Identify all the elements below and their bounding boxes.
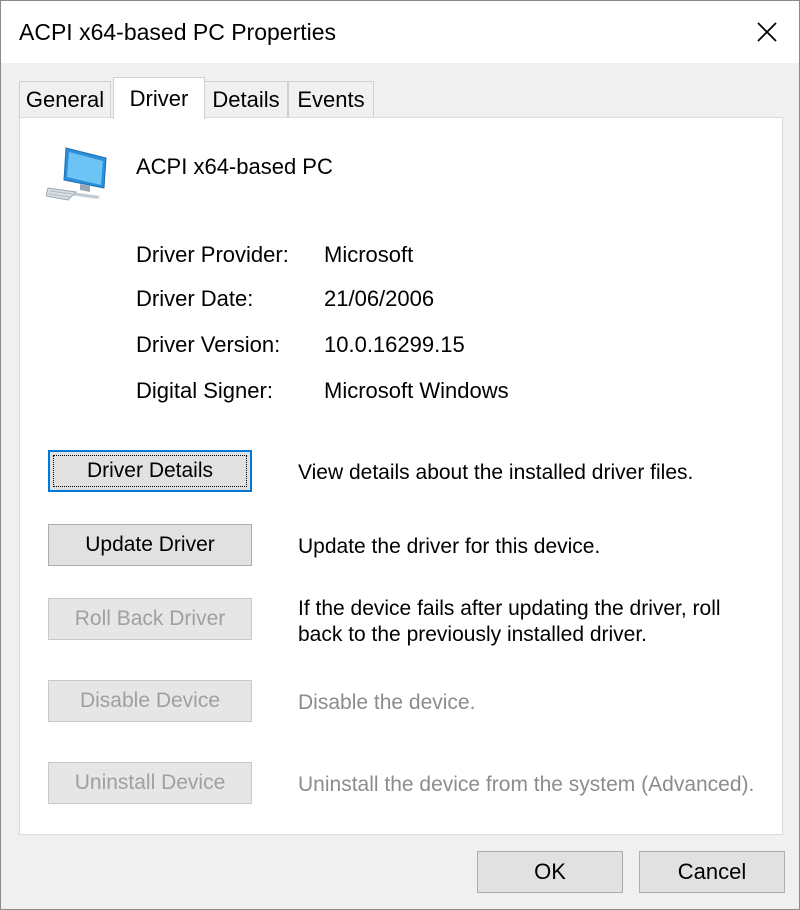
update-driver-button[interactable]: Update Driver (48, 524, 252, 566)
update-driver-button-label: Update Driver (85, 533, 215, 556)
update-driver-description: Update the driver for this device. (298, 535, 601, 558)
ok-button-label: OK (534, 859, 566, 884)
title-bar: ACPI x64-based PC Properties (1, 1, 799, 63)
cancel-button-label: Cancel (677, 859, 747, 884)
roll-back-driver-button-label: Roll Back Driver (74, 607, 226, 630)
digital-signer-value: Microsoft Windows (324, 378, 509, 403)
driver-provider-value: Microsoft (324, 242, 414, 267)
driver-version-label: Driver Version: (136, 332, 281, 357)
device-name: ACPI x64-based PC (136, 154, 333, 179)
driver-date-value: 21/06/2006 (324, 286, 435, 311)
uninstall-device-button[interactable]: Uninstall Device (48, 762, 252, 804)
computer-monitor-icon (46, 147, 107, 201)
tab-details[interactable]: Details (204, 81, 288, 117)
driver-details-button[interactable]: Driver Details (48, 450, 252, 492)
cancel-button[interactable]: Cancel (639, 851, 785, 893)
properties-dialog: ACPI x64-based PC Properties General Dri… (0, 0, 800, 910)
driver-details-description: View details about the installed driver … (298, 461, 694, 484)
digital-signer-label: Digital Signer: (136, 378, 273, 403)
driver-version-value: 10.0.16299.15 (324, 332, 465, 357)
tab-driver[interactable]: Driver (113, 77, 205, 119)
ok-button[interactable]: OK (477, 851, 623, 893)
roll-back-driver-description: If the device fails after updating the d… (298, 597, 721, 646)
driver-tab-panel: ACPI x64-based PC Driver Provider: Micro… (19, 117, 783, 835)
driver-provider-label: Driver Provider: (136, 242, 289, 267)
disable-device-button[interactable]: Disable Device (48, 680, 252, 722)
driver-details-button-label: Driver Details (86, 459, 214, 482)
tab-general[interactable]: General (19, 81, 111, 117)
window-title: ACPI x64-based PC Properties (19, 19, 337, 45)
close-icon (757, 22, 777, 42)
driver-date-label: Driver Date: (136, 286, 254, 311)
roll-back-driver-button[interactable]: Roll Back Driver (48, 598, 252, 640)
disable-device-button-label: Disable Device (79, 689, 221, 712)
disable-device-description: Disable the device. (298, 691, 476, 714)
close-button[interactable] (735, 1, 799, 63)
uninstall-device-button-label: Uninstall Device (74, 771, 226, 794)
uninstall-device-description: Uninstall the device from the system (Ad… (298, 773, 755, 796)
tab-events[interactable]: Events (288, 81, 374, 117)
